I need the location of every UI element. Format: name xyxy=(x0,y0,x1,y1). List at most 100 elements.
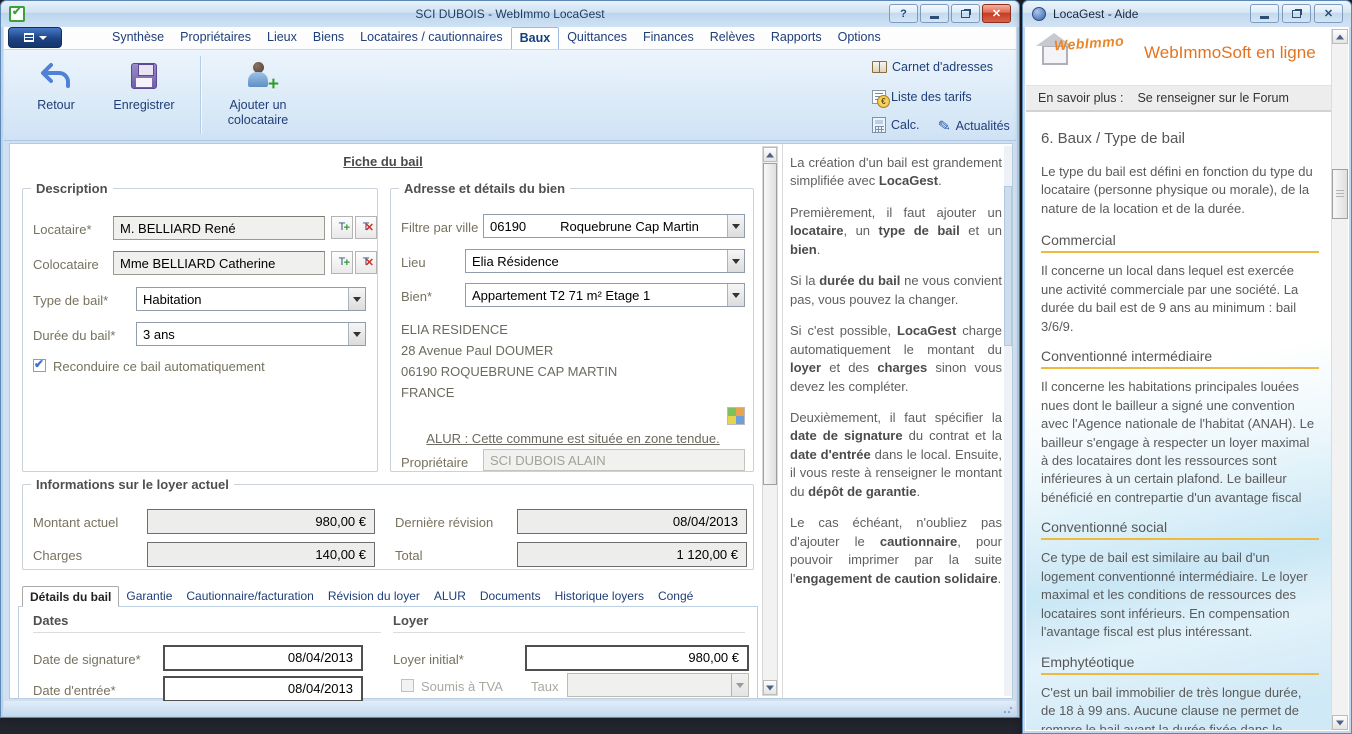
address-book-button[interactable]: Carnet d'adresses xyxy=(872,60,993,74)
locataire-remove-button[interactable]: T✕ xyxy=(355,216,377,239)
ribbon-tab-rapports[interactable]: Rapports xyxy=(763,27,830,49)
close-icon: ✕ xyxy=(992,7,1001,20)
proprietaire-field: SCI DUBOIS ALAIN xyxy=(483,449,745,471)
colocataire-field[interactable]: Mme BELLIARD Catherine xyxy=(113,251,325,275)
loyer-initial-field[interactable]: 980,00 € xyxy=(525,645,749,671)
help-window: LocaGest - Aide ✕ WebImmo WebImmoSoft en… xyxy=(1022,0,1352,734)
help-panel: La création d'un bail est grandement sim… xyxy=(790,154,1002,601)
app-menu-button[interactable] xyxy=(8,27,62,48)
bien-select[interactable]: Appartement T2 71 m² Etage 1 xyxy=(465,283,745,307)
ribbon-tab-proprietaires[interactable]: Propriétaires xyxy=(172,27,259,49)
reconduire-label: Reconduire ce bail automatiquement xyxy=(53,359,265,374)
window-title: SCI DUBOIS - WebImmo LocaGest xyxy=(1,7,1019,21)
help-button[interactable]: ? xyxy=(889,4,918,23)
save-button[interactable]: Enregistrer xyxy=(102,58,186,113)
ribbon-tab-synthese[interactable]: Synthèse xyxy=(104,27,172,49)
detail-tab-alur[interactable]: ALUR xyxy=(427,586,473,607)
online-title: WebImmoSoft en ligne xyxy=(1144,43,1316,63)
save-icon xyxy=(131,63,157,89)
resize-grip[interactable] xyxy=(1003,704,1013,714)
help-close-button[interactable]: ✕ xyxy=(1314,4,1343,23)
detail-tab-garantie[interactable]: Garantie xyxy=(119,586,179,607)
type-bail-select[interactable]: Habitation xyxy=(136,287,366,311)
form-scrollbar[interactable] xyxy=(762,146,778,696)
help-section-text: Il concerne les habitations principales … xyxy=(1041,378,1319,507)
help-panel-scrollbar[interactable] xyxy=(1004,146,1012,696)
date-entree-field[interactable]: 08/04/2013 xyxy=(163,676,363,702)
scrollbar-thumb[interactable] xyxy=(763,163,777,485)
help-restore-button[interactable] xyxy=(1282,4,1311,23)
reconduire-checkbox[interactable] xyxy=(33,359,46,372)
locataire-field[interactable]: M. BELLIARD René xyxy=(113,216,325,240)
help-content: 6. Baux / Type de bail Le type du bail e… xyxy=(1026,112,1331,730)
duree-bail-select[interactable]: 3 ans xyxy=(136,322,366,346)
lieu-select[interactable]: Elia Résidence xyxy=(465,249,745,273)
ribbon-tab-lieux[interactable]: Lieux xyxy=(259,27,305,49)
ribbon-tab-baux[interactable]: Baux xyxy=(511,27,560,49)
ribbon-tab-finances[interactable]: Finances xyxy=(635,27,702,49)
ribbon-tab-locataires-cautionnaires[interactable]: Locataires / cautionnaires xyxy=(352,27,510,49)
news-button[interactable]: ✎ Actualités xyxy=(938,117,1010,135)
scrollbar-thumb[interactable] xyxy=(1004,186,1012,346)
alur-link[interactable]: ALUR : Cette commune est située en zone … xyxy=(411,431,735,446)
scroll-down-icon[interactable] xyxy=(763,680,777,695)
scroll-up-icon[interactable] xyxy=(763,147,777,162)
ribbon-tab-quittances[interactable]: Quittances xyxy=(559,27,635,49)
detail-tab-historique-loyers[interactable]: Historique loyers xyxy=(548,586,651,607)
toolbar-separator xyxy=(200,56,201,134)
locataire-label: Locataire* xyxy=(33,222,92,237)
restore-icon xyxy=(1292,10,1301,18)
price-list-button[interactable]: Liste des tarifs xyxy=(872,90,972,104)
back-button[interactable]: Retour xyxy=(20,58,92,113)
ribbon-tabs: SynthèsePropriétairesLieuxBiensLocataire… xyxy=(104,27,889,49)
scroll-up-icon[interactable] xyxy=(1332,29,1348,44)
filtre-ville-select[interactable]: 06190Roquebrune Cap Martin xyxy=(483,214,745,238)
detail-tab-documents[interactable]: Documents xyxy=(473,586,548,607)
add-person-icon: + xyxy=(245,62,271,90)
filtre-ville-label: Filtre par ville xyxy=(401,220,478,235)
detail-tab-conge[interactable]: Congé xyxy=(651,586,700,607)
colocataire-remove-button[interactable]: T✕ xyxy=(355,251,377,274)
address-line: 06190 ROQUEBRUNE CAP MARTIN xyxy=(401,361,617,382)
detail-tab-cautionnaire-facturation[interactable]: Cautionnaire/facturation xyxy=(179,586,320,607)
status-bar xyxy=(4,701,1016,716)
adresse-groupbox: Adresse et détails du bien Filtre par vi… xyxy=(390,188,754,472)
help-section-heading-conventionne-social: Conventionné social xyxy=(1041,519,1319,540)
locataire-add-button[interactable]: T+ xyxy=(331,216,353,239)
minimize-icon xyxy=(930,16,939,19)
detail-tabs: Détails du bailGarantieCautionnaire/fact… xyxy=(22,586,700,607)
help-section-heading-conventionne-intermediaire: Conventionné intermédiaire xyxy=(1041,348,1319,369)
close-button[interactable]: ✕ xyxy=(982,4,1011,23)
scrollbar-thumb[interactable] xyxy=(1332,169,1348,219)
ribbon-tab-options[interactable]: Options xyxy=(830,27,889,49)
help-minimize-button[interactable] xyxy=(1250,4,1279,23)
duree-bail-label: Durée du bail* xyxy=(33,328,115,343)
calculator-button[interactable]: Calc. xyxy=(872,117,919,133)
colocataire-add-button[interactable]: T+ xyxy=(331,251,353,274)
taux-select xyxy=(567,673,749,697)
restore-button[interactable] xyxy=(951,4,980,23)
chevron-down-icon xyxy=(348,323,365,345)
minimize-button[interactable] xyxy=(920,4,949,23)
main-titlebar[interactable]: SCI DUBOIS - WebImmo LocaGest xyxy=(1,1,1019,27)
detail-tab-revision-du-loyer[interactable]: Révision du loyer xyxy=(321,586,427,607)
add-cotenant-button[interactable]: + Ajouter un colocataire xyxy=(208,58,308,128)
lieu-label: Lieu xyxy=(401,255,426,270)
ribbon-tab-releves[interactable]: Relèves xyxy=(702,27,763,49)
map-icon[interactable] xyxy=(727,407,745,425)
chevron-down-icon xyxy=(727,284,744,306)
help-section-text: Il concerne un local dans lequel est exe… xyxy=(1041,262,1319,336)
tva-checkbox xyxy=(401,679,414,692)
detail-tab-details-du-bail[interactable]: Détails du bail xyxy=(22,586,119,607)
date-signature-field[interactable]: 08/04/2013 xyxy=(163,645,363,671)
scroll-down-icon[interactable] xyxy=(1332,715,1348,730)
bien-label: Bien* xyxy=(401,289,432,304)
content-panel: Fiche du bail Description Locataire* M. … xyxy=(9,143,1013,699)
help-intro: Le type du bail est défini en fonction d… xyxy=(1041,163,1319,218)
help-section-text: C'est un bail immobilier de très longue … xyxy=(1041,684,1319,730)
help-paragraph: Premièrement, il faut ajouter un locatai… xyxy=(790,204,1002,259)
forum-link[interactable]: Se renseigner sur le Forum xyxy=(1137,91,1288,105)
chevron-down-icon xyxy=(348,288,365,310)
help-scrollbar[interactable] xyxy=(1331,29,1348,730)
ribbon-tab-biens[interactable]: Biens xyxy=(305,27,352,49)
